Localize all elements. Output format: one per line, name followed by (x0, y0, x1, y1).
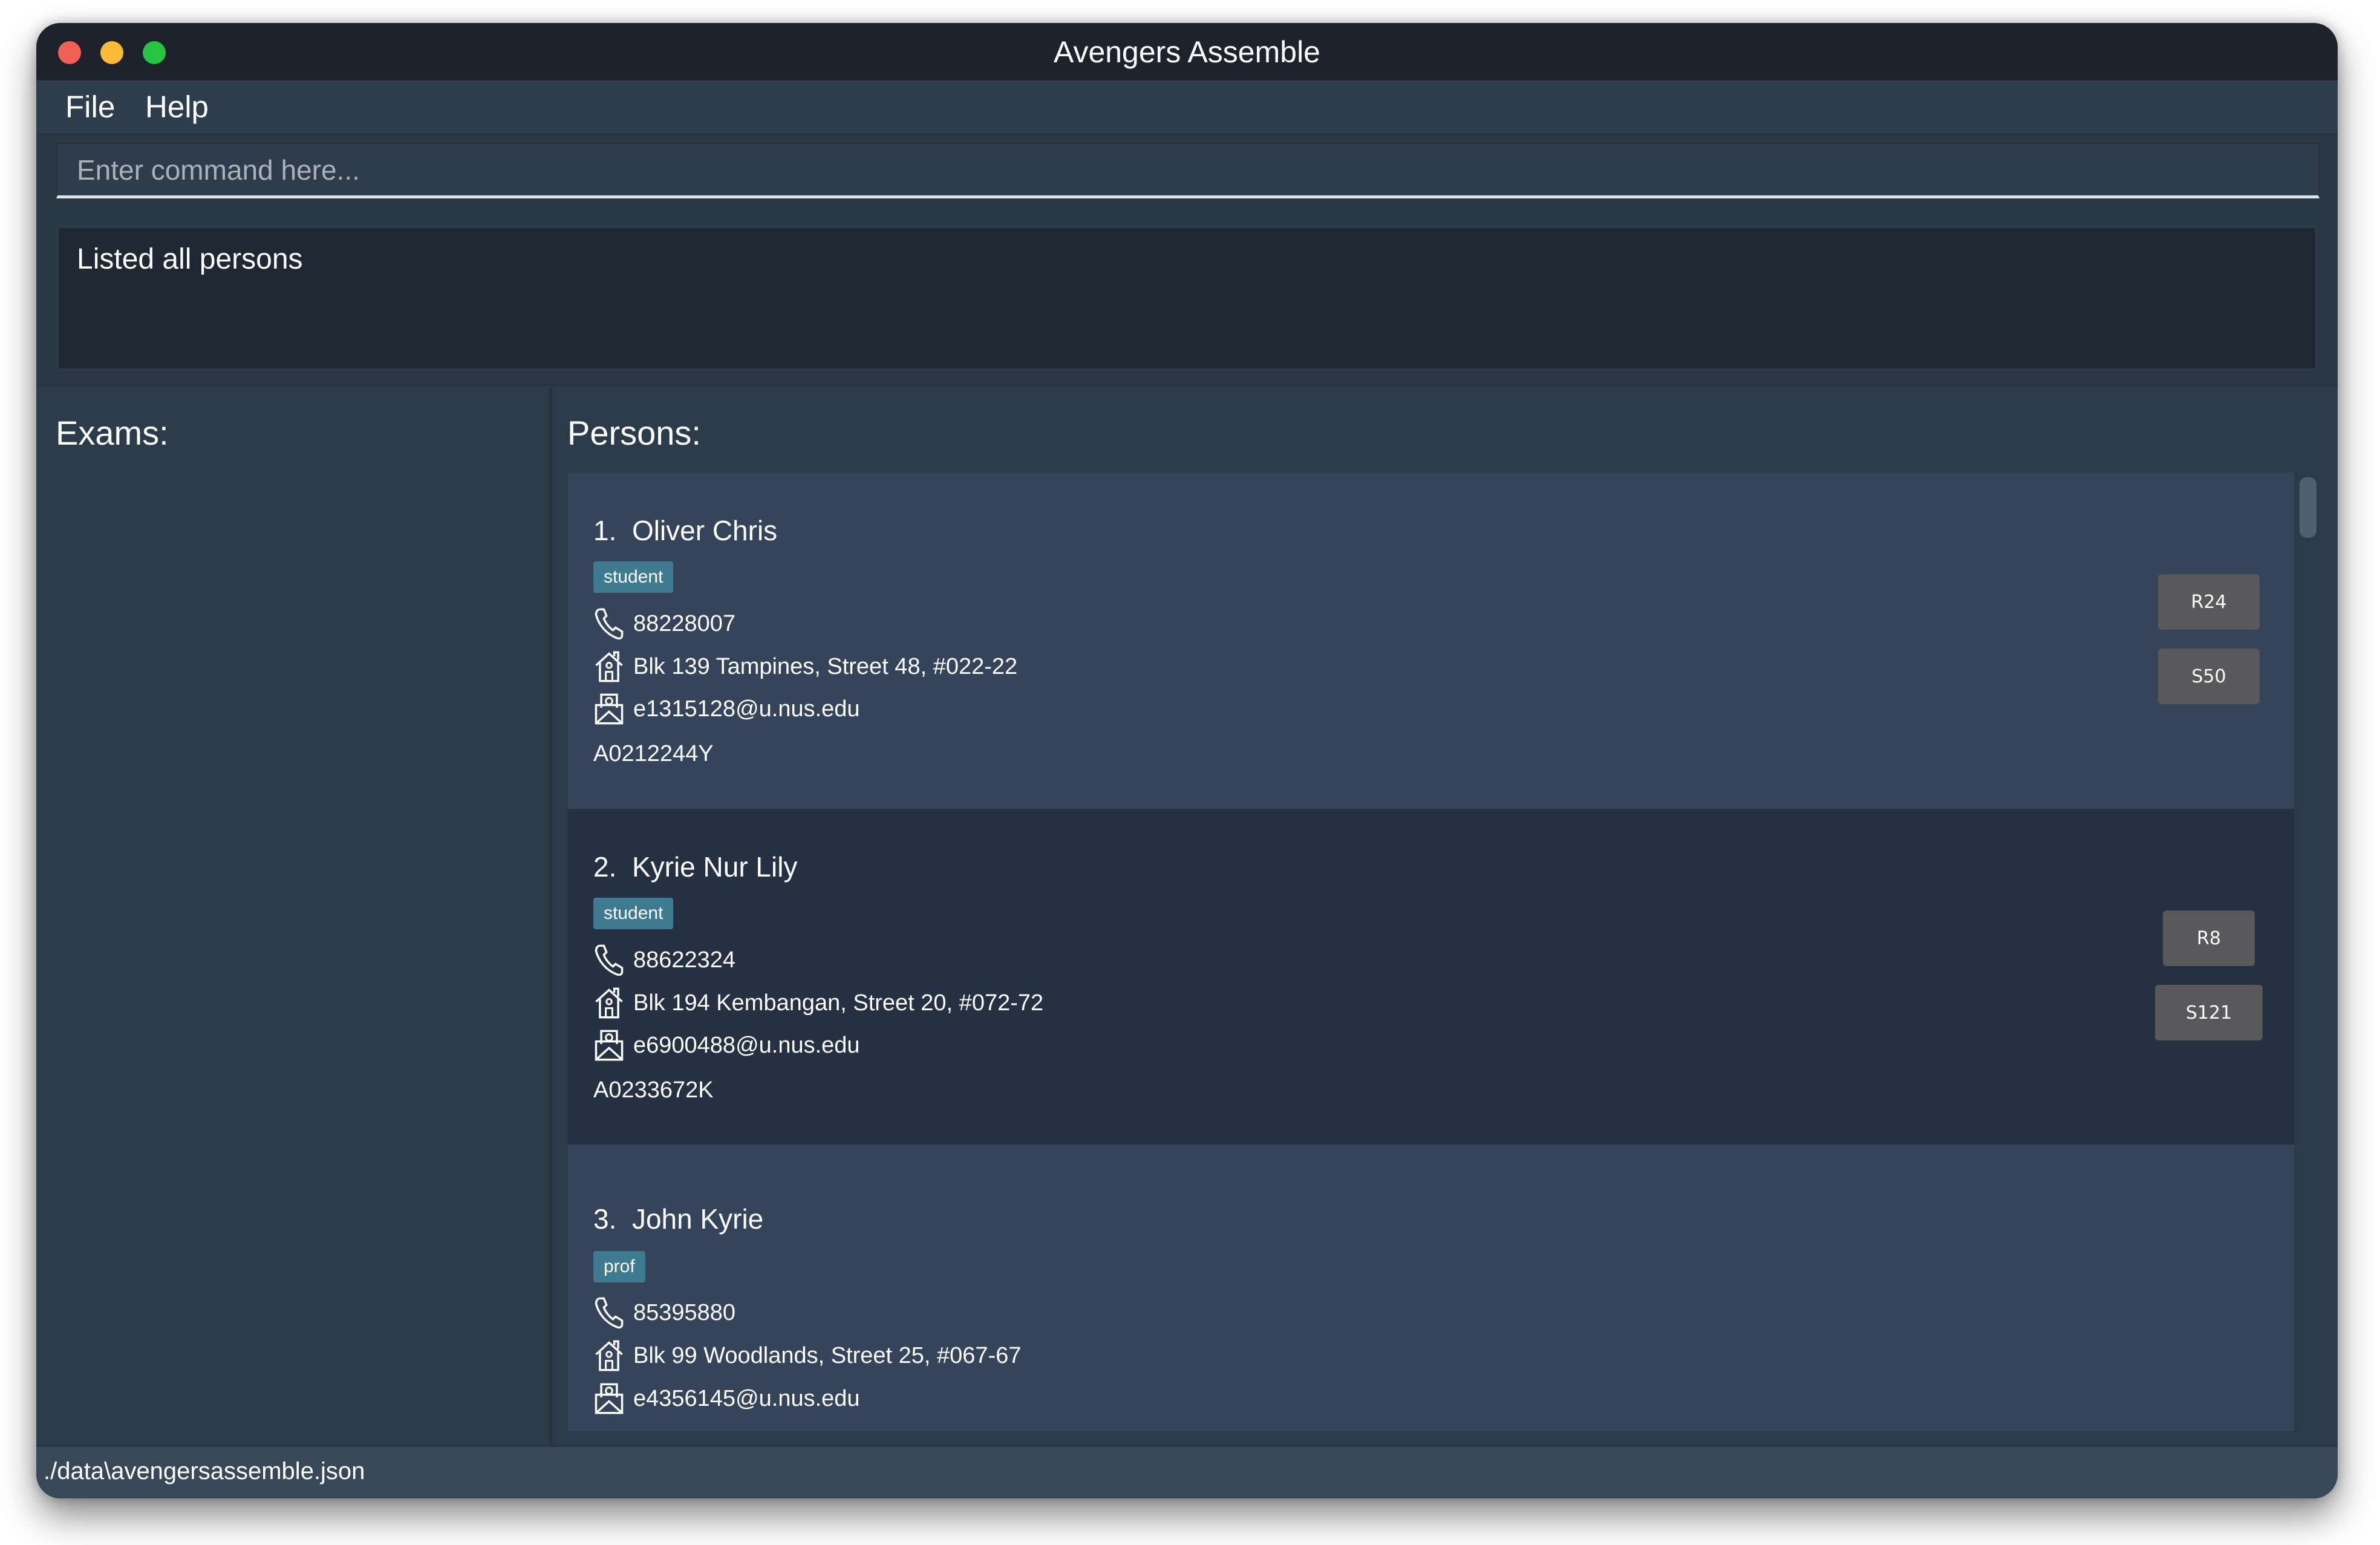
person-name: 3. John Kyrie (593, 1202, 763, 1236)
main-panels: Exams: Persons: 1. Oliver Chris student … (36, 383, 2338, 1450)
house-icon (595, 987, 623, 1019)
person-index: 1. (593, 515, 617, 546)
lesson-button[interactable]: R24 (2158, 574, 2260, 630)
role-tag: prof (593, 1251, 645, 1282)
email-field: e6900488@u.nus.edu (593, 1026, 860, 1062)
menu-bar: File Help (36, 80, 2338, 135)
lesson-button[interactable]: R8 (2163, 910, 2255, 966)
app-window: Avengers Assemble File Help Listed all p… (36, 23, 2338, 1498)
person-name: 1. Oliver Chris (593, 514, 777, 547)
result-display: Listed all persons (57, 227, 2316, 370)
phone-icon (595, 944, 624, 976)
phone-text: 88228007 (633, 610, 736, 636)
person-list[interactable]: 1. Oliver Chris student 88228007 Blk 139… (568, 472, 2294, 1431)
address-field: Blk 99 Woodlands, Street 25, #067-67 (593, 1336, 1022, 1373)
command-box-container (36, 135, 2338, 220)
email-field: e1315128@u.nus.edu (593, 690, 860, 726)
phone-icon (595, 1297, 624, 1329)
email-icon (595, 1383, 624, 1414)
email-text: e1315128@u.nus.edu (633, 696, 860, 722)
phone-field: 88228007 (593, 604, 735, 641)
role-tag: student (593, 561, 674, 593)
matric-number: A0212244Y (593, 741, 714, 766)
phone-text: 85395880 (633, 1299, 736, 1325)
persons-panel: Persons: 1. Oliver Chris student 8822800… (552, 388, 2338, 1449)
lesson-button[interactable]: S121 (2155, 985, 2263, 1040)
role-tag: student (593, 898, 674, 929)
menu-file[interactable]: File (65, 89, 115, 125)
phone-text: 88622324 (633, 947, 736, 973)
person-card[interactable]: 2. Kyrie Nur Lily student 88622324 Blk 1… (568, 809, 2294, 1145)
email-field: e4356145@u.nus.edu (593, 1379, 860, 1416)
save-file-path: ./data\avengersassemble.json (44, 1458, 365, 1485)
person-index: 2. (593, 851, 617, 883)
person-name-text: Kyrie Nur Lily (631, 851, 798, 883)
lesson-button[interactable]: S50 (2158, 648, 2260, 704)
status-bar: ./data\avengersassemble.json (36, 1445, 2338, 1498)
result-display-container: Listed all persons (36, 220, 2338, 383)
person-card[interactable]: 1. Oliver Chris student 88228007 Blk 139… (568, 472, 2294, 809)
phone-field: 88622324 (593, 941, 735, 977)
person-name: 2. Kyrie Nur Lily (593, 850, 797, 884)
person-index: 3. (593, 1203, 617, 1235)
address-text: Blk 194 Kembangan, Street 20, #072-72 (633, 990, 1044, 1016)
exams-panel: Exams: (36, 388, 552, 1449)
address-field: Blk 139 Tampines, Street 48, #022-22 (593, 647, 1017, 684)
persons-title: Persons: (567, 414, 701, 452)
house-icon (595, 1340, 623, 1371)
email-icon (595, 693, 624, 725)
person-name-text: John Kyrie (631, 1203, 764, 1235)
window-title: Avengers Assemble (1054, 35, 1320, 69)
address-field: Blk 194 Kembangan, Street 20, #072-72 (593, 984, 1043, 1020)
command-input[interactable] (56, 143, 2320, 198)
house-icon (595, 651, 623, 682)
matric-number: A0233672K (593, 1077, 714, 1103)
email-text: e4356145@u.nus.edu (633, 1385, 860, 1411)
address-text: Blk 99 Woodlands, Street 25, #067-67 (633, 1342, 1022, 1368)
exams-title: Exams: (56, 414, 169, 452)
email-text: e6900488@u.nus.edu (633, 1032, 860, 1058)
person-card[interactable]: 3. John Kyrie prof 85395880 Blk 99 Woodl… (568, 1145, 2294, 1431)
address-text: Blk 139 Tampines, Street 48, #022-22 (633, 653, 1018, 679)
person-list-scrollbar[interactable] (2300, 477, 2316, 538)
person-name-text: Oliver Chris (631, 515, 778, 546)
email-icon (595, 1030, 624, 1061)
menu-help[interactable]: Help (145, 89, 209, 125)
title-bar[interactable]: Avengers Assemble (36, 23, 2338, 80)
phone-icon (595, 608, 624, 640)
phone-field: 85395880 (593, 1293, 735, 1330)
